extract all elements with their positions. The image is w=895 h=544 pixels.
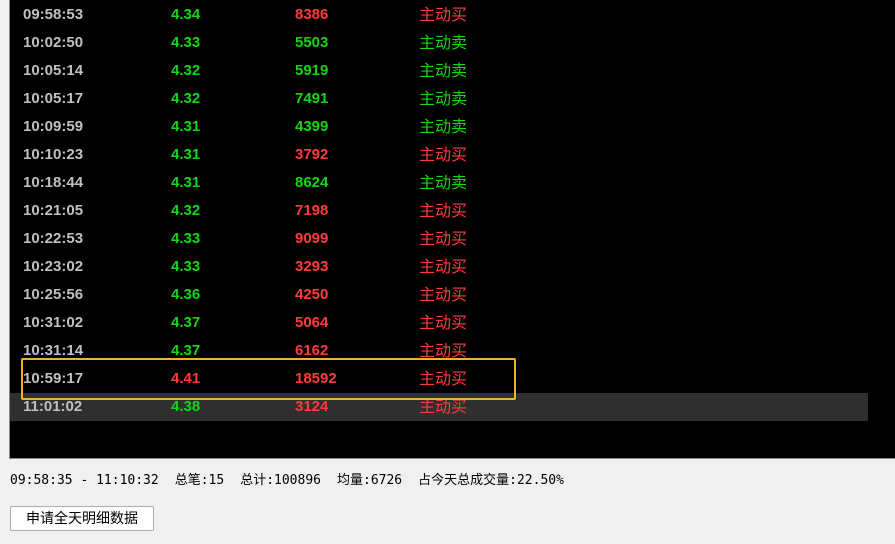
tick-price: 4.41 — [171, 370, 201, 387]
tick-volume: 4399 — [295, 118, 329, 135]
tick-time: 10:02:50 — [23, 34, 84, 51]
tick-row[interactable]: 10:10:23 4.31 3792 主动买 — [10, 141, 868, 169]
tick-direction: 主动买 — [419, 229, 468, 248]
tick-volume: 3792 — [295, 146, 329, 163]
tick-time: 10:18:44 — [23, 174, 84, 191]
tick-direction: 主动买 — [419, 341, 468, 360]
tick-direction: 主动买 — [419, 201, 468, 220]
tick-price: 4.37 — [171, 314, 201, 331]
tick-detail-panel[interactable]: 09:58:53 4.34 8386 主动买 10:02:50 4.33 5503 主动卖 10… — [9, 0, 895, 459]
tick-row[interactable]: 10:05:17 4.32 7491 主动卖 — [10, 85, 868, 113]
tick-direction: 主动卖 — [419, 89, 468, 108]
summary-total-trades: 总笔:15 — [174, 473, 225, 488]
tick-row[interactable]: 10:31:14 4.37 6162 主动买 — [10, 337, 868, 365]
tick-direction: 主动买 — [419, 257, 468, 276]
tick-time: 10:09:59 — [23, 118, 84, 135]
tick-direction: 主动买 — [419, 145, 468, 164]
tick-time: 10:25:56 — [23, 286, 84, 303]
tick-time: 10:05:14 — [23, 62, 84, 79]
tick-volume: 6162 — [295, 342, 329, 359]
tick-price: 4.31 — [171, 146, 201, 163]
tick-direction: 主动卖 — [419, 117, 468, 136]
tick-price: 4.32 — [171, 90, 201, 107]
tick-time: 09:58:53 — [23, 6, 84, 23]
tick-price: 4.34 — [171, 6, 201, 23]
tick-row[interactable]: 09:58:53 4.34 8386 主动买 — [10, 1, 868, 29]
tick-volume: 7198 — [295, 202, 329, 219]
tick-row[interactable]: 10:09:59 4.31 4399 主动卖 — [10, 113, 868, 141]
tick-volume: 8386 — [295, 6, 329, 23]
summary-total-volume: 总计:100896 — [240, 473, 321, 488]
tick-row[interactable]: 10:59:17 4.41 18592 主动买 — [10, 365, 868, 393]
tick-price: 4.36 — [171, 286, 201, 303]
summary-bar: 09:58:35 - 11:10:32 总笔:15 总计:100896 均量:6726… — [10, 469, 580, 488]
tick-direction: 主动买 — [419, 5, 468, 24]
tick-price: 4.31 — [171, 174, 201, 191]
tick-direction: 主动卖 — [419, 61, 468, 80]
tick-time: 11:01:02 — [23, 398, 83, 415]
tick-direction: 主动买 — [419, 285, 468, 304]
tick-row[interactable]: 10:18:44 4.31 8624 主动卖 — [10, 169, 868, 197]
tick-volume: 4250 — [295, 286, 329, 303]
tick-price: 4.31 — [171, 118, 201, 135]
summary-avg-volume: 均量:6726 — [337, 473, 403, 488]
tick-volume: 8624 — [295, 174, 329, 191]
tick-time: 10:23:02 — [23, 258, 84, 275]
tick-time: 10:21:05 — [23, 202, 84, 219]
tick-volume: 5064 — [295, 314, 329, 331]
tick-direction: 主动卖 — [419, 173, 468, 192]
tick-direction: 主动买 — [419, 397, 468, 416]
tick-direction: 主动买 — [419, 313, 468, 332]
tick-time: 10:31:14 — [23, 342, 84, 359]
request-full-day-button[interactable]: 申请全天明细数据 — [10, 506, 154, 531]
tick-volume: 9099 — [295, 230, 329, 247]
tick-volume: 18592 — [295, 370, 337, 387]
tick-row[interactable]: 10:31:02 4.37 5064 主动买 — [10, 309, 868, 337]
summary-time-range: 09:58:35 - 11:10:32 — [10, 473, 159, 488]
tick-volume: 3124 — [295, 398, 329, 415]
tick-direction: 主动卖 — [419, 33, 468, 52]
tick-row[interactable]: 10:23:02 4.33 3293 主动买 — [10, 253, 868, 281]
tick-row[interactable]: 11:01:02 4.38 3124 主动买 — [10, 393, 868, 421]
tick-price: 4.33 — [171, 230, 201, 247]
tick-time: 10:22:53 — [23, 230, 84, 247]
tick-volume: 5503 — [295, 34, 329, 51]
tick-row[interactable]: 10:25:56 4.36 4250 主动买 — [10, 281, 868, 309]
tick-price: 4.33 — [171, 34, 201, 51]
tick-volume: 3293 — [295, 258, 329, 275]
tick-row[interactable]: 10:05:14 4.32 5919 主动卖 — [10, 57, 868, 85]
tick-price: 4.37 — [171, 342, 201, 359]
tick-time: 10:10:23 — [23, 146, 84, 163]
tick-volume: 7491 — [295, 90, 329, 107]
tick-price: 4.33 — [171, 258, 201, 275]
tick-row[interactable]: 10:21:05 4.32 7198 主动买 — [10, 197, 868, 225]
tick-price: 4.38 — [171, 398, 201, 415]
tick-row[interactable]: 10:02:50 4.33 5503 主动卖 — [10, 29, 868, 57]
tick-time: 10:05:17 — [23, 90, 84, 107]
tick-time: 10:59:17 — [23, 370, 84, 387]
summary-day-ratio: 占今天总成交量:22.50% — [418, 473, 564, 488]
tick-volume: 5919 — [295, 62, 329, 79]
tick-direction: 主动买 — [419, 369, 468, 388]
tick-row[interactable]: 10:22:53 4.33 9099 主动买 — [10, 225, 868, 253]
tick-time: 10:31:02 — [23, 314, 84, 331]
tick-price: 4.32 — [171, 202, 201, 219]
tick-price: 4.32 — [171, 62, 201, 79]
